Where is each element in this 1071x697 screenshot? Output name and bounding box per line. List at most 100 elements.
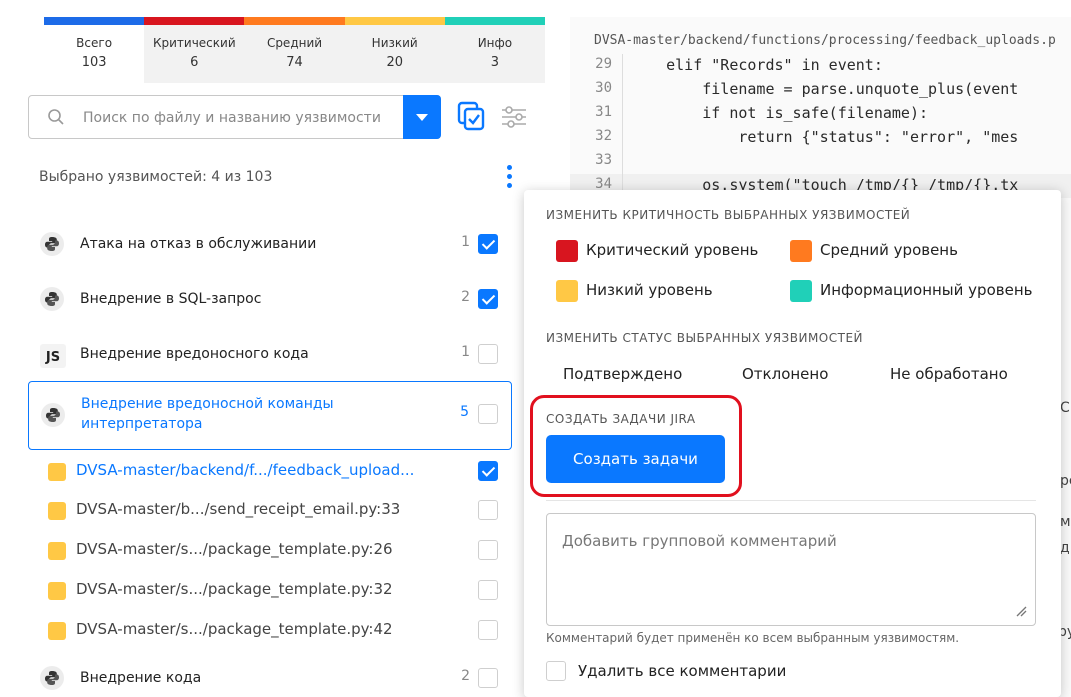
file-name: DVSA-master/backend/f.../feedback_upload… xyxy=(76,461,415,479)
low-severity-marker xyxy=(48,542,66,560)
clipped-text: ре xyxy=(1060,473,1071,489)
search-dropdown-button[interactable] xyxy=(403,95,441,139)
file-checkbox[interactable] xyxy=(478,620,498,640)
vuln-name: Внедрение вредоносной команды интерпрета… xyxy=(81,396,334,432)
tab-count: 20 xyxy=(386,55,403,70)
search-box xyxy=(28,95,441,139)
low-severity-marker xyxy=(48,582,66,600)
code-line: 30 filename = parse.unquote_plus(event xyxy=(570,78,1071,102)
vulnerability-panel: Всего 103 Критический 6 Средний 74 Низки… xyxy=(0,0,555,697)
kebab-menu-icon[interactable] xyxy=(503,165,515,191)
vuln-row[interactable]: Внедрение кода 2 xyxy=(28,664,512,694)
vuln-checkbox[interactable] xyxy=(478,344,498,364)
severity-option-label: Критический уровень xyxy=(586,241,759,259)
clipped-text: м xyxy=(1060,514,1071,530)
vuln-checkbox[interactable] xyxy=(478,234,498,254)
line-number: 33 xyxy=(595,152,612,168)
vuln-checkbox[interactable] xyxy=(478,404,498,424)
tab-all[interactable]: Всего 103 xyxy=(44,17,145,83)
tab-count: 6 xyxy=(190,55,199,70)
vuln-row[interactable]: Атака на отказ в обслуживании 1 xyxy=(28,230,512,260)
file-row[interactable]: DVSA-master/s.../package_template.py:42 xyxy=(28,620,512,644)
comment-hint: Комментарий будет применён ко всем выбра… xyxy=(546,631,960,645)
create-tasks-button[interactable]: Создать задачи xyxy=(546,435,725,483)
vuln-count: 2 xyxy=(461,289,470,305)
tab-color-bar xyxy=(344,17,445,25)
medium-swatch xyxy=(790,240,812,262)
status-confirmed-button[interactable]: Подтверждено xyxy=(563,365,682,383)
clipped-text: д xyxy=(1060,540,1070,556)
chevron-down-icon xyxy=(416,114,428,121)
severity-option-label: Низкий уровень xyxy=(586,281,713,299)
low-severity-marker xyxy=(48,622,66,640)
tab-color-bar xyxy=(44,17,145,25)
divider xyxy=(546,500,1036,501)
group-comment-field[interactable]: Добавить групповой комментарий xyxy=(546,513,1036,626)
code-line: 33 xyxy=(570,150,1071,174)
python-icon xyxy=(40,287,64,311)
js-icon: JS xyxy=(40,344,66,368)
vuln-checkbox[interactable] xyxy=(478,289,498,309)
tab-info[interactable]: Инфо 3 xyxy=(444,17,546,83)
low-swatch xyxy=(556,280,578,302)
file-name: DVSA-master/s.../package_template.py:42 xyxy=(76,620,393,638)
comment-placeholder: Добавить групповой комментарий xyxy=(562,532,837,550)
file-row[interactable]: DVSA-master/backend/f.../feedback_upload… xyxy=(28,461,512,485)
vuln-name: Атака на отказ в обслуживании xyxy=(80,236,317,252)
resize-grip-icon[interactable] xyxy=(1015,605,1027,617)
severity-option-label: Средний уровень xyxy=(820,241,958,259)
tab-low[interactable]: Низкий 20 xyxy=(344,17,445,83)
line-text: return {"status": "error", "mes xyxy=(630,128,1019,146)
info-swatch xyxy=(790,280,812,302)
bulk-actions-menu: ИЗМЕНИТЬ КРИТИЧНОСТЬ ВЫБРАННЫХ УЯЗВИМОСТ… xyxy=(524,190,1061,697)
tab-color-bar xyxy=(444,17,546,25)
tab-label: Средний xyxy=(266,36,323,50)
tab-count: 3 xyxy=(490,55,500,70)
filter-settings-icon[interactable] xyxy=(500,105,528,129)
code-line: 31 if not is_safe(filename): xyxy=(570,102,1071,126)
code-line: 29 elif "Records" in event: xyxy=(570,54,1071,78)
line-number: 29 xyxy=(595,56,612,72)
tab-label: Всего xyxy=(76,36,113,50)
line-text: if not is_safe(filename): xyxy=(630,104,929,122)
low-severity-marker xyxy=(48,502,66,520)
python-icon xyxy=(41,403,65,427)
file-checkbox[interactable] xyxy=(478,461,498,481)
tab-medium[interactable]: Средний 74 xyxy=(244,17,345,83)
search-row xyxy=(28,95,538,141)
vuln-name: Внедрение в SQL-запрос xyxy=(80,291,262,307)
vuln-row[interactable]: Внедрение в SQL-запрос 2 xyxy=(28,285,512,315)
tab-label: Низкий xyxy=(371,36,418,50)
vuln-row[interactable]: JS Внедрение вредоносного кода 1 xyxy=(28,340,512,370)
status-unprocessed-button[interactable]: Не обработано xyxy=(890,365,1008,383)
vuln-row-selected[interactable]: Внедрение вредоносной команды интерпрета… xyxy=(28,381,512,450)
file-row[interactable]: DVSA-master/s.../package_template.py:26 xyxy=(28,540,512,564)
tab-label: Инфо xyxy=(477,36,513,50)
file-checkbox[interactable] xyxy=(478,540,498,560)
vuln-name: Внедрение кода xyxy=(80,670,202,686)
status-rejected-button[interactable]: Отклонено xyxy=(742,365,828,383)
search-icon xyxy=(48,109,64,125)
vuln-name: Внедрение вредоносного кода xyxy=(80,346,309,362)
line-number: 30 xyxy=(595,80,612,96)
tab-critical[interactable]: Критический 6 xyxy=(144,17,245,83)
delete-comments-label: Удалить все комментарии xyxy=(578,662,787,680)
low-severity-marker xyxy=(48,463,66,481)
tab-count: 103 xyxy=(81,55,107,70)
tab-color-bar xyxy=(144,17,245,25)
python-icon xyxy=(40,666,64,690)
file-row[interactable]: DVSA-master/s.../package_template.py:32 xyxy=(28,580,512,604)
file-checkbox[interactable] xyxy=(478,500,498,520)
line-text: elif "Records" in event: xyxy=(630,56,883,74)
copy-select-icon[interactable] xyxy=(456,101,486,131)
clipped-text: С xyxy=(1060,400,1070,416)
vuln-checkbox[interactable] xyxy=(478,668,498,688)
file-row[interactable]: DVSA-master/b.../send_receipt_email.py:3… xyxy=(28,500,512,524)
python-icon xyxy=(40,232,64,256)
tab-label: Критический xyxy=(152,36,236,50)
delete-comments-checkbox[interactable] xyxy=(546,661,566,681)
line-number: 31 xyxy=(595,104,612,120)
file-name: DVSA-master/s.../package_template.py:32 xyxy=(76,580,393,598)
search-input[interactable] xyxy=(81,106,399,130)
file-checkbox[interactable] xyxy=(478,580,498,600)
